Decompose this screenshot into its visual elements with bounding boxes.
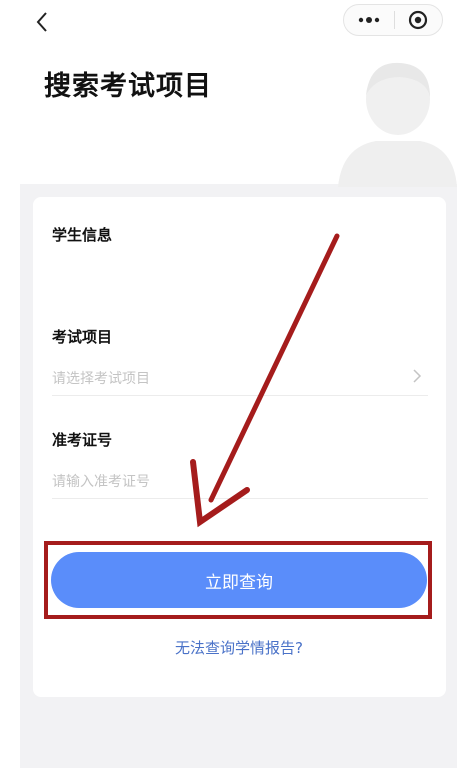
student-info-label: 学生信息: [52, 226, 113, 244]
more-button[interactable]: [344, 5, 394, 35]
ticket-number-input[interactable]: 请输入准考证号: [52, 469, 428, 499]
mini-program-capsule: [343, 4, 443, 36]
exam-item-placeholder: 请选择考试项目: [52, 371, 150, 387]
more-dots-icon: [358, 17, 379, 23]
page-title: 搜索考试项目: [44, 71, 212, 102]
ticket-number-placeholder: 请输入准考证号: [52, 474, 150, 490]
chevron-right-icon: [413, 369, 422, 383]
exam-item-label: 考试项目: [52, 328, 113, 346]
screen: 搜索考试项目 学生信息 考试项目 请选择考试项目 准考证号 请输入准考证号 立即…: [0, 0, 457, 768]
chevron-left-icon: [36, 12, 47, 32]
cannot-query-report-link[interactable]: 无法查询学情报告?: [0, 637, 457, 658]
annotation-highlight-box: [44, 541, 432, 619]
ticket-number-label: 准考证号: [52, 431, 113, 449]
close-mini-program-button[interactable]: [394, 5, 442, 35]
person-illustration: [338, 62, 457, 187]
exam-item-select[interactable]: 请选择考试项目: [52, 366, 428, 396]
target-circle-icon: [409, 10, 428, 30]
back-button[interactable]: [30, 8, 54, 36]
